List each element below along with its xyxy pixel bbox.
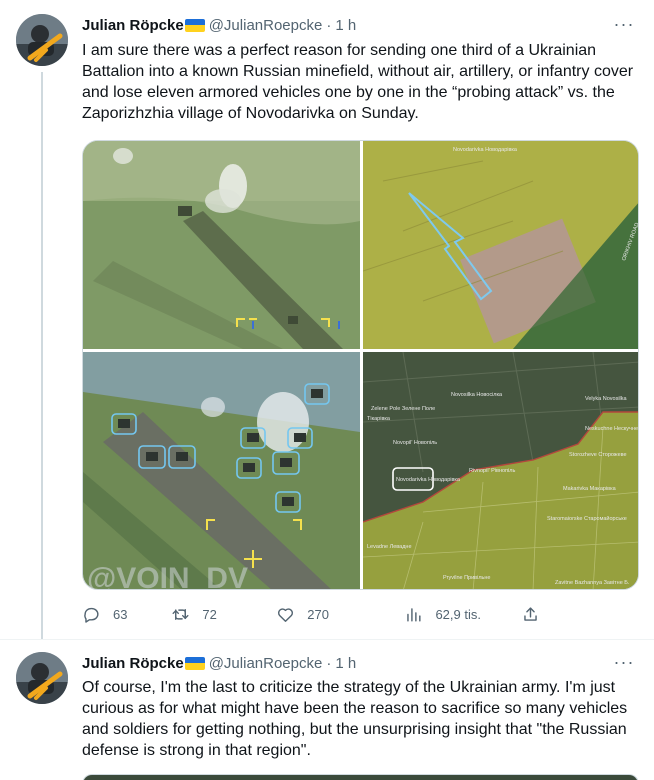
map-label: Novosilka Новосілка [451, 392, 503, 398]
reply-button[interactable]: 63 [82, 605, 171, 624]
separator-dot: · [326, 16, 332, 34]
heart-icon [278, 607, 294, 622]
retweet-count: 72 [202, 606, 217, 622]
media-preview-edge[interactable] [82, 774, 639, 780]
map-label: Тікарівка [367, 416, 391, 422]
map-label: Velyka Novosilka [585, 396, 628, 402]
media-image-drone-1[interactable] [83, 141, 360, 349]
tweet-header: Julian Röpcke @JulianRoepcke · 1 h [82, 652, 356, 674]
like-count: 270 [307, 606, 329, 622]
map-label: Staromaiorske Старомайорське [547, 515, 627, 522]
views-chart-icon [407, 607, 421, 622]
tweet[interactable]: Julian Röpcke @JulianRoepcke · 1 h ··· I… [0, 0, 654, 640]
map-label: Zavitne Bazhannya Завітне Б. [555, 580, 630, 586]
media-image-attack-map[interactable]: Novodarivka Новодарівка ORIKHIV ROAD [363, 141, 638, 349]
author-name[interactable]: Julian Röpcke [82, 17, 184, 34]
timestamp[interactable]: 1 h [335, 17, 356, 34]
ukraine-flag-icon [184, 656, 205, 670]
more-options-icon[interactable]: ··· [614, 14, 634, 34]
reply-icon [84, 607, 99, 623]
like-button[interactable]: 270 [276, 605, 404, 624]
separator-dot: · [326, 654, 332, 672]
media-image-drone-2[interactable]: @VOIN_DV [83, 352, 360, 590]
tweet-actions: 63 72 270 62,9 tis. [82, 600, 552, 628]
retweet-icon [172, 608, 189, 620]
views-count: 62,9 tis. [435, 606, 481, 622]
timestamp[interactable]: 1 h [335, 655, 356, 672]
map-label: Pryvilne Привільне [443, 575, 491, 581]
author-handle[interactable]: @JulianRoepcke [209, 655, 323, 672]
views-button[interactable]: 62,9 tis. [404, 605, 521, 624]
avatar[interactable] [16, 14, 68, 66]
share-button[interactable] [521, 605, 552, 624]
reply-count: 63 [113, 606, 128, 622]
map-label: Neskuchne Нескучне [585, 426, 638, 432]
more-options-icon[interactable]: ··· [614, 652, 634, 672]
tweet-text: I am sure there was a perfect reason for… [82, 42, 634, 122]
media-grid[interactable]: Novodarivka Новодарівка ORIKHIV ROAD @VO… [82, 140, 639, 590]
map-label: Novodarivka Новодарівка [453, 147, 518, 153]
map-label: Rivnopil' Рівнопіль [469, 468, 515, 474]
tweet-text: Of course, I'm the last to criticize the… [82, 679, 628, 759]
map-label: Makarivka Макарівка [563, 486, 617, 492]
tweet[interactable]: Julian Röpcke @JulianRoepcke · 1 h ··· O… [0, 640, 654, 780]
author-name[interactable]: Julian Röpcke [82, 655, 184, 672]
tweet-header: Julian Röpcke @JulianRoepcke · 1 h [82, 14, 356, 36]
map-label: Novodarivka Новодарівка [396, 477, 461, 483]
ukraine-flag-icon [184, 18, 205, 32]
map-label: Storozheve Сторожеве [569, 452, 627, 458]
avatar[interactable] [16, 652, 68, 704]
author-handle[interactable]: @JulianRoepcke [209, 17, 323, 34]
retweet-button[interactable]: 72 [171, 605, 276, 624]
share-icon [524, 606, 537, 621]
watermark-text: @VOIN_DV [87, 562, 248, 590]
map-label: Levadne Левадне [367, 544, 412, 550]
media-image-area-map[interactable]: Novosilka Новосілка Zelene Pole Зелене П… [363, 352, 638, 589]
map-label: Zelene Pole Зелене Поле [371, 406, 435, 412]
map-label: Novopil' Новопіль [393, 440, 437, 446]
